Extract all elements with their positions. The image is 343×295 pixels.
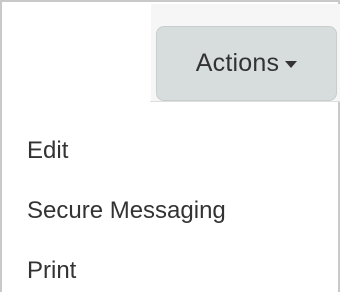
menu-item-edit[interactable]: Edit xyxy=(27,136,68,166)
dropdown-panel: Actions Edit Secure Messaging Print xyxy=(0,0,340,292)
menu-item-print[interactable]: Print xyxy=(27,256,76,286)
actions-button-label: Actions xyxy=(195,49,280,77)
dropdown-header: Actions xyxy=(4,4,340,102)
actions-menu: Edit Secure Messaging Print xyxy=(2,102,338,294)
actions-button[interactable]: Actions xyxy=(156,26,337,101)
caret-down-icon xyxy=(285,61,298,68)
menu-item-secure-messaging[interactable]: Secure Messaging xyxy=(27,196,226,226)
